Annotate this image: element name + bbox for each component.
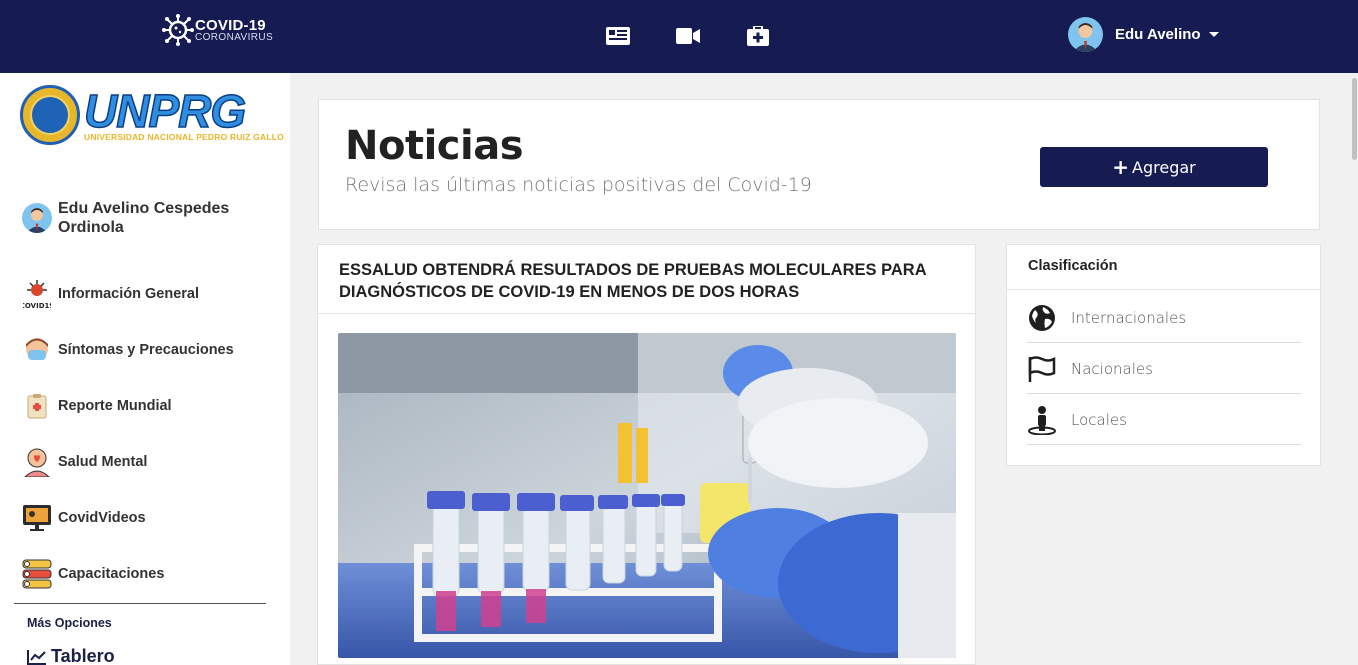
news-image[interactable]	[338, 333, 956, 658]
masked-person-icon	[22, 335, 52, 365]
page-title: Noticias	[345, 123, 524, 169]
classification-item-label: Internacionales	[1071, 308, 1187, 327]
sidebar-item-informacion-general[interactable]: COVID19 Información General	[22, 266, 234, 322]
sidebar-item-sintomas[interactable]: Síntomas y Precauciones	[22, 322, 234, 378]
brand-logo[interactable]: COVID-19 CORONAVIRUS	[162, 14, 273, 46]
page-header-card: Noticias Revisa las últimas noticias pos…	[318, 99, 1320, 230]
sidebar-item-capacitaciones[interactable]: Capacitaciones	[22, 546, 234, 602]
person-location-icon	[1027, 405, 1057, 435]
video-screen-icon	[22, 503, 52, 533]
logo-text: UNPRG	[83, 85, 247, 137]
globe-icon	[1027, 304, 1057, 332]
video-camera-icon[interactable]	[676, 25, 700, 47]
chevron-down-icon	[1208, 32, 1219, 37]
svg-text:COVID19: COVID19	[23, 302, 51, 309]
clipboard-report-icon	[22, 391, 52, 421]
training-list-icon	[22, 559, 52, 589]
news-card: ESSALUD OBTENDRÁ RESULTADOS DE PRUEBAS M…	[317, 244, 976, 665]
sidebar-item-label: Salud Mental	[58, 454, 148, 470]
university-seal-icon	[20, 85, 80, 145]
sidebar-item-reporte-mundial[interactable]: Reporte Mundial	[22, 378, 234, 434]
more-options-heading: Más Opciones	[27, 616, 112, 630]
user-menu[interactable]: Edu Avelino	[1068, 17, 1219, 52]
classification-item-label: Locales	[1071, 410, 1127, 429]
sidebar-divider	[14, 603, 266, 604]
page-scrollbar[interactable]	[1350, 73, 1358, 665]
classification-item-internacionales[interactable]: Internacionales	[1027, 293, 1301, 343]
classification-title: Clasificación	[1007, 245, 1320, 290]
flag-icon	[1027, 355, 1057, 383]
medkit-icon[interactable]	[746, 25, 770, 47]
sidebar-item-label: Información General	[58, 286, 200, 302]
sidebar-item-label: Tablero	[51, 646, 115, 665]
classification-card: Clasificación Internacionales Nacionales…	[1006, 244, 1321, 466]
user-name: Edu Avelino	[1115, 26, 1201, 43]
classification-item-locales[interactable]: Locales	[1027, 395, 1301, 445]
classification-item-label: Nacionales	[1071, 359, 1153, 378]
classification-item-nacionales[interactable]: Nacionales	[1027, 344, 1301, 394]
avatar	[22, 203, 52, 233]
sidebar-item-tablero[interactable]: Tablero	[27, 646, 115, 665]
sidebar-item-salud-mental[interactable]: Salud Mental	[22, 434, 234, 490]
sidebar-item-label: Síntomas y Precauciones	[58, 342, 234, 358]
covid19-icon: COVID19	[22, 279, 52, 309]
sidebar: UNPRG UNIVERSIDAD NACIONAL PEDRO RUIZ GA…	[0, 73, 290, 665]
add-news-button[interactable]: + Agregar	[1040, 147, 1268, 187]
avatar	[1068, 17, 1103, 52]
top-nav-icons	[606, 25, 770, 47]
page-subtitle: Revisa las últimas noticias positivas de…	[345, 174, 812, 196]
news-title[interactable]: ESSALUD OBTENDRÁ RESULTADOS DE PRUEBAS M…	[318, 245, 975, 314]
sidebar-item-label: Reporte Mundial	[58, 398, 172, 414]
add-button-label: Agregar	[1132, 157, 1196, 177]
profile-name: Edu Avelino Cespedes Ordinola	[58, 200, 230, 236]
top-navbar: COVID-19 CORONAVIRUS Edu Avelino	[0, 0, 1358, 73]
sidebar-menu: COVID19 Información General Síntomas y P…	[22, 266, 234, 602]
scrollbar-thumb[interactable]	[1352, 78, 1357, 160]
plus-icon: +	[1112, 155, 1130, 179]
sidebar-item-label: Capacitaciones	[58, 566, 165, 582]
sidebar-item-covidvideos[interactable]: CovidVideos	[22, 490, 234, 546]
university-logo: UNPRG UNIVERSIDAD NACIONAL PEDRO RUIZ GA…	[20, 85, 284, 145]
sidebar-item-label: CovidVideos	[58, 510, 146, 526]
line-chart-icon	[27, 649, 46, 665]
sidebar-profile[interactable]: Edu Avelino Cespedes Ordinola	[22, 199, 258, 237]
brand-title: COVID-19	[195, 16, 266, 34]
logo-subtext: UNIVERSIDAD NACIONAL PEDRO RUIZ GALLO	[84, 132, 284, 142]
brand-subtitle: CORONAVIRUS	[195, 31, 274, 43]
newspaper-icon[interactable]	[606, 25, 630, 47]
virus-icon	[162, 14, 194, 46]
mental-health-icon	[22, 447, 52, 477]
